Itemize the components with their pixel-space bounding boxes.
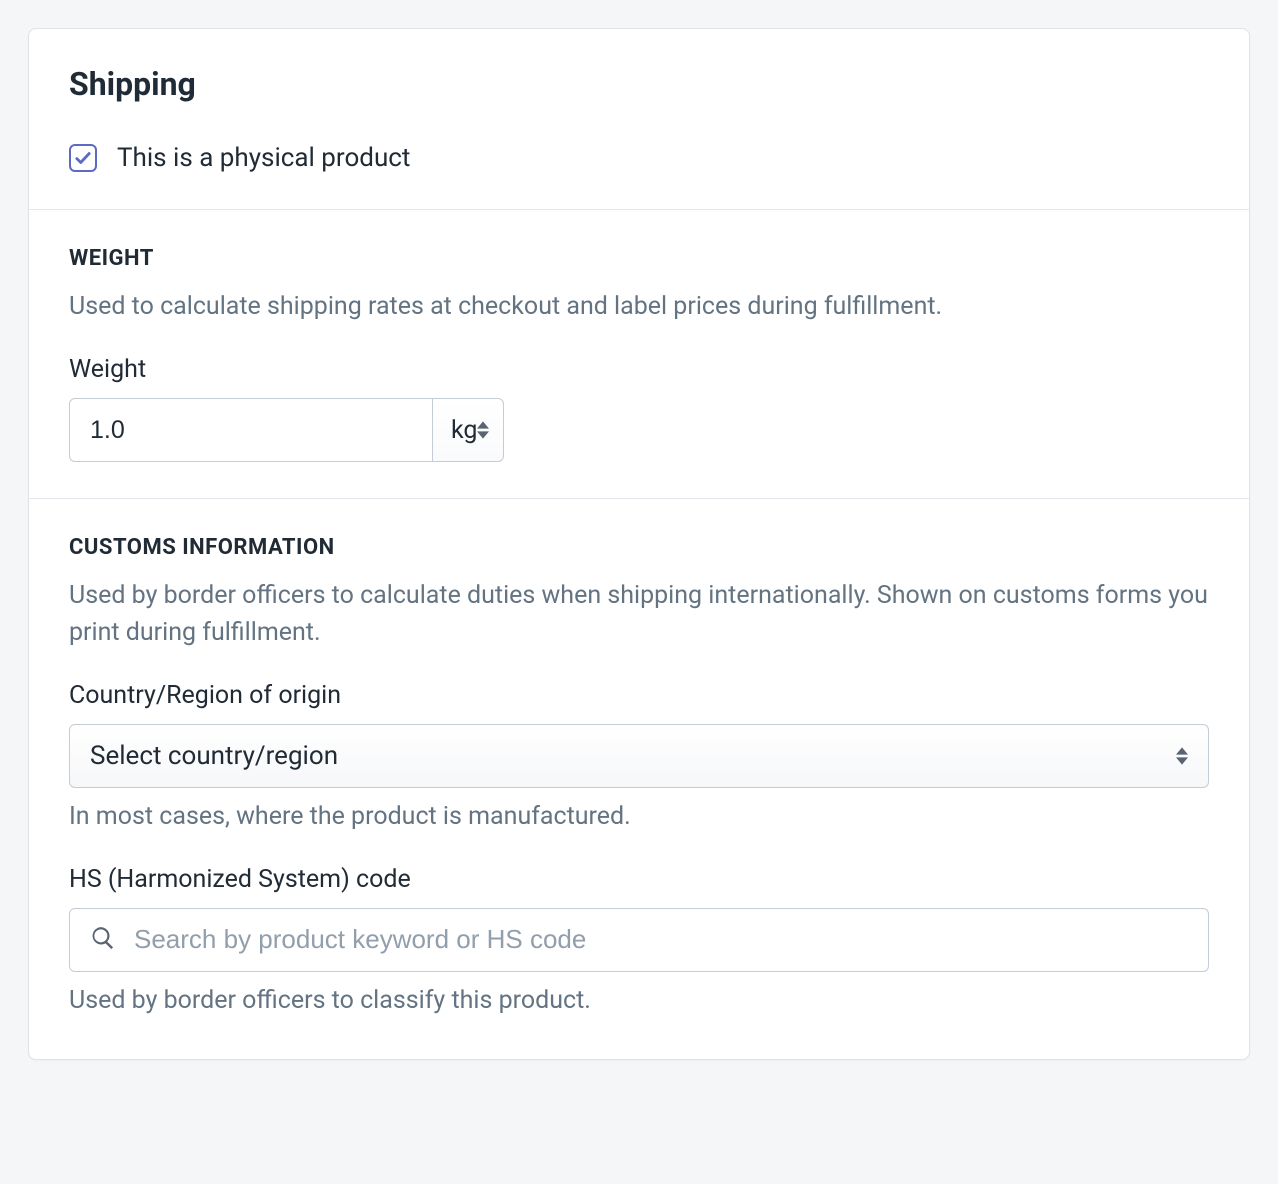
chevron-up-icon [1176, 747, 1188, 755]
weight-unit-value: kg [451, 416, 477, 445]
shipping-header-section: Shipping This is a physical product [29, 29, 1249, 209]
select-spinner-icon [477, 421, 489, 439]
weight-section: WEIGHT Used to calculate shipping rates … [29, 209, 1249, 498]
hs-help-text: Used by border officers to classify this… [69, 986, 1209, 1015]
customs-heading: CUSTOMS INFORMATION [69, 535, 1209, 560]
shipping-card: Shipping This is a physical product WEIG… [28, 28, 1250, 1060]
hs-label: HS (Harmonized System) code [69, 865, 1209, 894]
physical-product-row: This is a physical product [69, 143, 1209, 173]
weight-unit-select[interactable]: kg [432, 398, 504, 462]
physical-product-checkbox[interactable] [69, 144, 97, 172]
customs-description: Used by border officers to calculate dut… [69, 578, 1209, 651]
weight-description: Used to calculate shipping rates at chec… [69, 289, 1209, 325]
country-label: Country/Region of origin [69, 681, 1209, 710]
chevron-down-icon [1176, 757, 1188, 765]
hs-field-block: HS (Harmonized System) code Used by bord… [69, 865, 1209, 1015]
country-select[interactable]: Select country/region [69, 724, 1209, 788]
chevron-up-icon [477, 421, 489, 429]
country-field-block: Country/Region of origin Select country/… [69, 681, 1209, 831]
weight-label: Weight [69, 355, 1209, 384]
search-icon [90, 925, 116, 955]
hs-search-input[interactable] [134, 924, 1188, 955]
select-spinner-icon [1176, 747, 1188, 765]
weight-heading: WEIGHT [69, 246, 1209, 271]
weight-input[interactable] [69, 398, 432, 462]
shipping-title: Shipping [69, 65, 1209, 103]
hs-search-field[interactable] [69, 908, 1209, 972]
chevron-down-icon [477, 431, 489, 439]
weight-input-group: kg [69, 398, 453, 462]
country-help-text: In most cases, where the product is manu… [69, 802, 1209, 831]
physical-product-label: This is a physical product [117, 143, 410, 173]
customs-section: CUSTOMS INFORMATION Used by border offic… [29, 498, 1249, 1059]
check-icon [74, 149, 92, 167]
country-select-placeholder: Select country/region [90, 741, 338, 771]
